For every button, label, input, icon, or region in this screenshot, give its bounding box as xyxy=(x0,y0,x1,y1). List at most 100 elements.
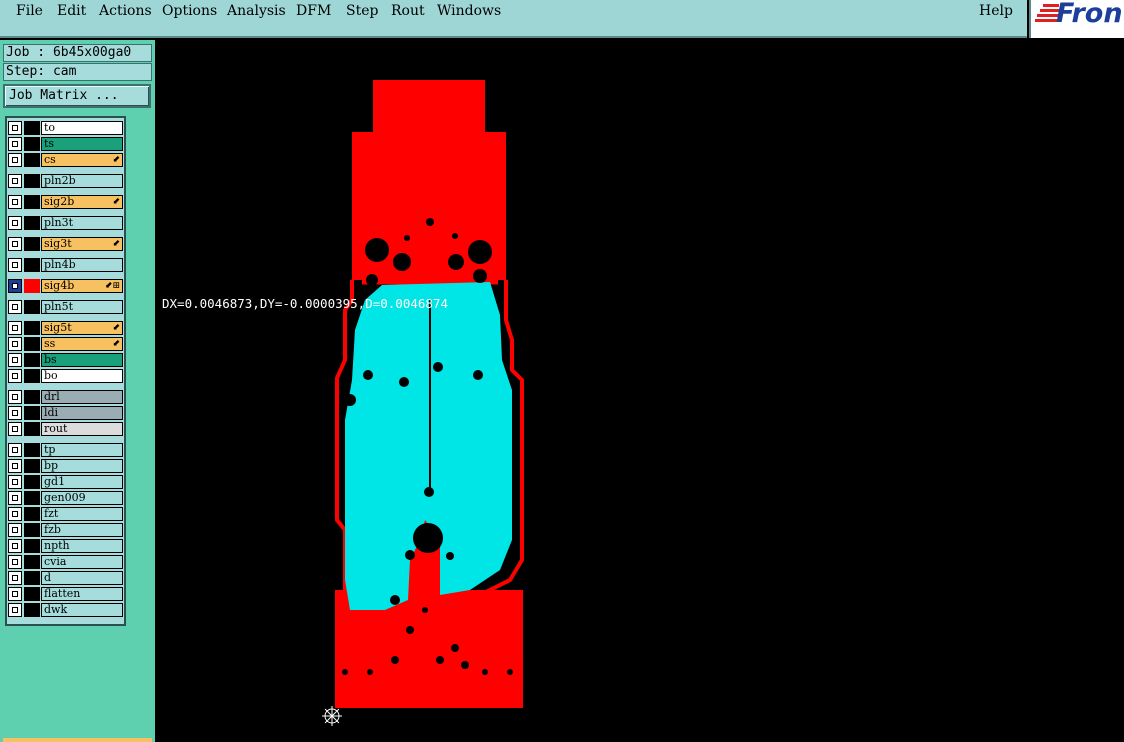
layer-color-swatch xyxy=(24,571,40,585)
layer-checkbox[interactable] xyxy=(8,153,22,167)
layer-checkbox[interactable] xyxy=(8,443,22,457)
layer-name[interactable]: pln5t xyxy=(41,300,123,314)
left-panel: Job : 6b45x00ga0 Step: cam Job Matrix ..… xyxy=(0,40,155,742)
layer-name[interactable]: ss ⬋ xyxy=(41,337,123,351)
layer-row-flatten[interactable]: flatten xyxy=(7,586,124,602)
layer-checkbox[interactable] xyxy=(8,571,22,585)
layer-row-rout[interactable]: rout xyxy=(7,421,124,437)
layer-name[interactable]: dwk xyxy=(41,603,123,617)
layer-checkbox[interactable] xyxy=(8,279,22,293)
layer-checkbox[interactable] xyxy=(8,321,22,335)
layer-row-ss[interactable]: ss ⬋ xyxy=(7,336,124,352)
menu-edit[interactable]: Edit xyxy=(57,3,86,19)
layer-row-drl[interactable]: drl xyxy=(7,389,124,405)
layer-name[interactable]: drl xyxy=(41,390,123,404)
layer-name[interactable]: tp xyxy=(41,443,123,457)
layer-checkbox[interactable] xyxy=(8,555,22,569)
layer-name[interactable]: gd1 xyxy=(41,475,123,489)
menu-actions[interactable]: Actions xyxy=(99,3,152,19)
layer-row-sig5t[interactable]: sig5t ⬋ xyxy=(7,320,124,336)
layer-row-tp[interactable]: tp xyxy=(7,442,124,458)
menu-rout[interactable]: Rout xyxy=(391,3,425,19)
layer-name[interactable]: bo xyxy=(41,369,123,383)
layer-checkbox[interactable] xyxy=(8,422,22,436)
layer-name[interactable]: rout xyxy=(41,422,123,436)
layer-row-ldi[interactable]: ldi xyxy=(7,405,124,421)
job-label: Job : 6b45x00ga0 xyxy=(3,44,152,62)
menu-windows[interactable]: Windows xyxy=(437,3,501,19)
layer-checkbox[interactable] xyxy=(8,390,22,404)
layer-checkbox[interactable] xyxy=(8,369,22,383)
layer-row-bp[interactable]: bp xyxy=(7,458,124,474)
layer-row-gen009[interactable]: gen009 xyxy=(7,490,124,506)
layer-row-cvia[interactable]: cvia xyxy=(7,554,124,570)
layer-name[interactable]: ldi xyxy=(41,406,123,420)
layer-checkbox[interactable] xyxy=(8,337,22,351)
layer-row-sig3t[interactable]: sig3t ⬋ xyxy=(7,236,124,252)
layer-name[interactable]: sig5t ⬋ xyxy=(41,321,123,335)
layer-checkbox[interactable] xyxy=(8,603,22,617)
layer-name[interactable]: pln4b xyxy=(41,258,123,272)
layer-row-pln4b[interactable]: pln4b xyxy=(7,257,124,273)
layer-row-dwk[interactable]: dwk xyxy=(7,602,124,618)
layer-row-gd1[interactable]: gd1 xyxy=(7,474,124,490)
layer-checkbox[interactable] xyxy=(8,406,22,420)
layer-name[interactable]: pln2b xyxy=(41,174,123,188)
menu-analysis[interactable]: Analysis xyxy=(227,3,286,19)
layer-row-bo[interactable]: bo xyxy=(7,368,124,384)
layer-name[interactable]: npth xyxy=(41,539,123,553)
layer-checkbox[interactable] xyxy=(8,507,22,521)
layer-name[interactable]: cvia xyxy=(41,555,123,569)
menu-step[interactable]: Step xyxy=(346,3,378,19)
layer-name[interactable]: bs xyxy=(41,353,123,367)
menu-options[interactable]: Options xyxy=(162,3,217,19)
layer-row-ts[interactable]: ts xyxy=(7,136,124,152)
layer-name[interactable]: bp xyxy=(41,459,123,473)
layer-checkbox[interactable] xyxy=(8,121,22,135)
layer-checkbox[interactable] xyxy=(8,491,22,505)
layer-row-fzb[interactable]: fzb xyxy=(7,522,124,538)
layer-name[interactable]: sig4b ⬋⊞ xyxy=(41,279,123,293)
layer-checkbox[interactable] xyxy=(8,195,22,209)
layer-name[interactable]: d xyxy=(41,571,123,585)
job-matrix-button[interactable]: Job Matrix ... xyxy=(3,84,151,108)
layer-checkbox[interactable] xyxy=(8,137,22,151)
layer-row-pln3t[interactable]: pln3t xyxy=(7,215,124,231)
layer-name[interactable]: sig3t ⬋ xyxy=(41,237,123,251)
layer-checkbox[interactable] xyxy=(8,475,22,489)
menu-file[interactable]: File xyxy=(16,3,43,19)
layer-name[interactable]: fzt xyxy=(41,507,123,521)
layer-checkbox[interactable] xyxy=(8,258,22,272)
layer-row-pln5t[interactable]: pln5t xyxy=(7,299,124,315)
layer-edit-icon: ⬋ xyxy=(112,239,120,249)
layer-name[interactable]: cs ⬋ xyxy=(41,153,123,167)
layer-row-cs[interactable]: cs ⬋ xyxy=(7,152,124,168)
layer-name[interactable]: gen009 xyxy=(41,491,123,505)
layer-name[interactable]: ts xyxy=(41,137,123,151)
layer-name[interactable]: flatten xyxy=(41,587,123,601)
layer-row-d[interactable]: d xyxy=(7,570,124,586)
layer-row-npth[interactable]: npth xyxy=(7,538,124,554)
menu-dfm[interactable]: DFM xyxy=(296,3,331,19)
layer-row-sig2b[interactable]: sig2b ⬋ xyxy=(7,194,124,210)
layer-name[interactable]: fzb xyxy=(41,523,123,537)
graphic-canvas[interactable] xyxy=(155,40,1124,742)
layer-name[interactable]: to xyxy=(41,121,123,135)
layer-checkbox[interactable] xyxy=(8,300,22,314)
layer-checkbox[interactable] xyxy=(8,353,22,367)
layer-checkbox[interactable] xyxy=(8,459,22,473)
layer-row-bs[interactable]: bs xyxy=(7,352,124,368)
layer-row-fzt[interactable]: fzt xyxy=(7,506,124,522)
layer-name[interactable]: pln3t xyxy=(41,216,123,230)
layer-checkbox[interactable] xyxy=(8,174,22,188)
layer-checkbox[interactable] xyxy=(8,539,22,553)
menu-help[interactable]: Help xyxy=(979,3,1013,19)
layer-checkbox[interactable] xyxy=(8,237,22,251)
layer-checkbox[interactable] xyxy=(8,587,22,601)
layer-name[interactable]: sig2b ⬋ xyxy=(41,195,123,209)
layer-row-pln2b[interactable]: pln2b xyxy=(7,173,124,189)
layer-row-to[interactable]: to xyxy=(7,120,124,136)
layer-checkbox[interactable] xyxy=(8,523,22,537)
layer-row-sig4b[interactable]: sig4b ⬋⊞ xyxy=(7,278,124,294)
layer-checkbox[interactable] xyxy=(8,216,22,230)
